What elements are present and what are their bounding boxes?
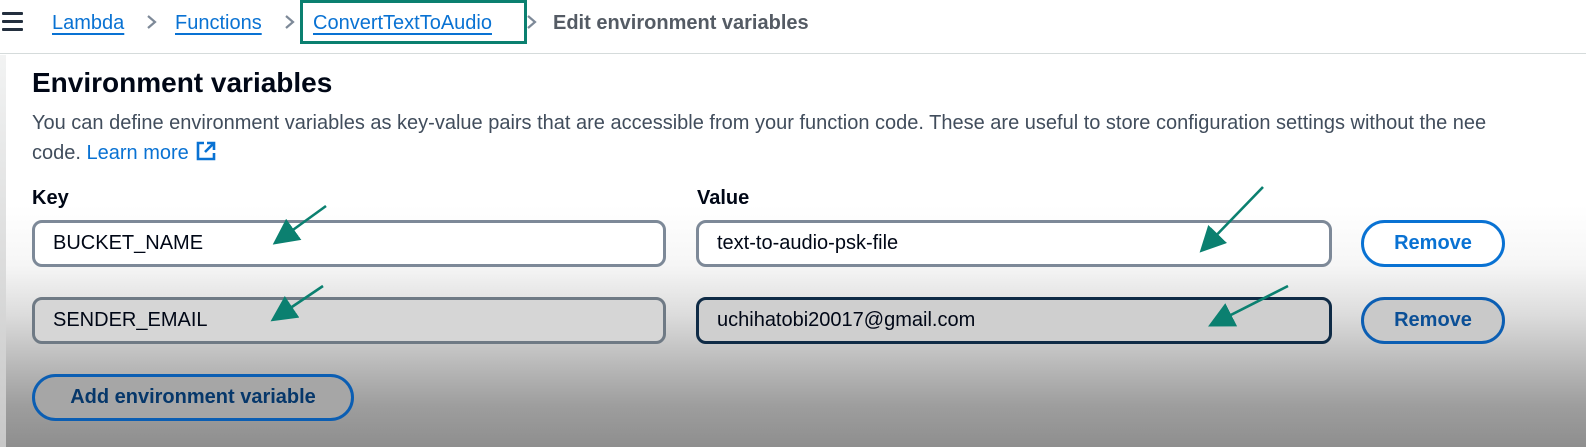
external-link-icon[interactable] [195,140,217,171]
breadcrumb-functions[interactable]: Functions [175,10,262,36]
menu-icon[interactable] [2,12,24,32]
remove-button-1[interactable]: Remove [1361,220,1505,267]
section-description: You can define environment variables as … [32,112,1487,134]
breadcrumb-function-name[interactable]: ConvertTextToAudio [313,10,492,36]
remove-button-2[interactable]: Remove [1361,297,1505,344]
chevron-right-icon [146,15,158,29]
learn-more-label[interactable]: Learn more [87,142,189,164]
value-input-1[interactable]: text-to-audio-psk-file [696,220,1332,267]
key-input-1[interactable]: BUCKET_NAME [32,220,666,267]
section-title: Environment variables [32,67,333,98]
breadcrumb-current: Edit environment variables [553,12,809,34]
value-input-2[interactable]: uchihatobi20017@gmail.com [696,297,1332,344]
value-column-label: Value [697,187,750,209]
panel-edge [0,55,6,447]
chevron-right-icon [526,15,538,29]
breadcrumb-lambda[interactable]: Lambda [52,10,124,36]
key-input-2[interactable]: SENDER_EMAIL [32,297,666,344]
learn-more-link[interactable]: Learn more [87,141,217,164]
top-navigation: Lambda Functions ConvertTextToAudio Edit… [0,0,1586,54]
add-environment-variable-button[interactable]: Add environment variable [32,374,354,421]
key-column-label: Key [32,187,69,209]
chevron-right-icon [284,15,296,29]
section-description-continued: code. Learn more [32,138,217,171]
description-tail: code. [32,142,81,164]
